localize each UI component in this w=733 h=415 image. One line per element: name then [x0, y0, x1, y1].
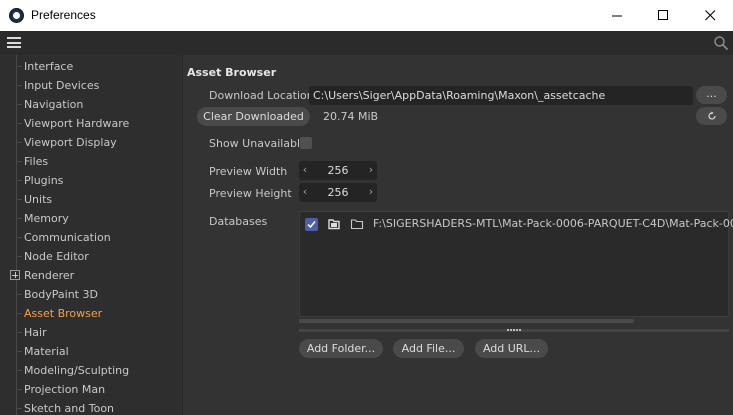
- sidebar-item-modeling-sculpting[interactable]: Modeling/Sculpting: [24, 361, 129, 380]
- preview-height-value[interactable]: 256: [311, 183, 365, 202]
- add-file-button[interactable]: Add File...: [393, 339, 464, 358]
- sidebar-item-projection-man[interactable]: Projection Man: [24, 380, 105, 399]
- chevron-left-icon[interactable]: ‹: [300, 183, 310, 202]
- preview-width-value[interactable]: 256: [311, 161, 365, 180]
- cache-size-value: 20.74 MiB: [323, 110, 379, 123]
- folder-outline-icon[interactable]: [350, 217, 364, 231]
- title-bar: Preferences: [0, 0, 733, 31]
- sidebar-item-viewport-hardware[interactable]: Viewport Hardware: [24, 114, 129, 133]
- tree-connector: [16, 161, 22, 162]
- chevron-right-icon[interactable]: ›: [366, 183, 376, 202]
- window-title: Preferences: [31, 8, 96, 22]
- maximize-icon: [657, 10, 668, 20]
- sidebar-item-interface[interactable]: Interface: [24, 57, 73, 76]
- databases-list[interactable]: F:\SIGERSHADERS-MTL\Mat-Pack-0006-PARQUE…: [299, 211, 733, 317]
- refresh-button[interactable]: [696, 107, 727, 125]
- sidebar-item-bodypaint-3d[interactable]: BodyPaint 3D: [24, 285, 98, 304]
- close-icon: [704, 10, 715, 21]
- sidebar-item-viewport-display[interactable]: Viewport Display: [24, 133, 117, 152]
- database-path: F:\SIGERSHADERS-MTL\Mat-Pack-0006-PARQUE…: [373, 217, 733, 230]
- preferences-sidebar: Interface Input Devices Navigation Viewport…: [0, 55, 183, 415]
- clear-downloaded-button[interactable]: Clear Downloaded: [197, 107, 310, 126]
- preview-width-stepper[interactable]: ‹ 256 ›: [299, 161, 377, 180]
- tree-connector: [16, 332, 22, 333]
- tree-connector: [16, 294, 22, 295]
- sidebar-item-sketch-and-toon[interactable]: Sketch and Toon: [24, 399, 114, 415]
- hamburger-menu-icon[interactable]: [7, 37, 21, 48]
- chevron-left-icon[interactable]: ‹: [300, 161, 310, 180]
- sidebar-item-node-editor[interactable]: Node Editor: [24, 247, 89, 266]
- refresh-icon: [707, 111, 716, 120]
- tree-connector: [16, 351, 22, 352]
- asset-browser-panel: Asset Browser Download Location C:\Users…: [184, 55, 733, 415]
- list-item[interactable]: F:\SIGERSHADERS-MTL\Mat-Pack-0006-PARQUE…: [300, 213, 733, 235]
- tree-connector: [16, 199, 22, 200]
- maximize-button[interactable]: [640, 0, 686, 31]
- checkmark-icon: [307, 221, 316, 229]
- tree-connector: [16, 408, 22, 409]
- section-title: Asset Browser: [187, 66, 277, 79]
- cinema4d-logo-icon: [9, 8, 24, 23]
- chevron-right-icon[interactable]: ›: [366, 161, 376, 180]
- search-icon[interactable]: [713, 35, 729, 51]
- tree-connector: [16, 142, 22, 143]
- tree-connector: [16, 389, 22, 390]
- tree-connector: [16, 85, 22, 86]
- toolbar: [0, 31, 733, 55]
- show-unavailable-checkbox[interactable]: [300, 137, 312, 149]
- close-button[interactable]: [687, 0, 733, 31]
- download-location-label: Download Location: [209, 89, 314, 102]
- minimize-icon: [611, 15, 622, 17]
- sidebar-item-memory[interactable]: Memory: [24, 209, 69, 228]
- tree-guide-line: [16, 55, 17, 415]
- databases-label: Databases: [209, 215, 268, 228]
- add-url-button[interactable]: Add URL...: [475, 339, 548, 358]
- tree-connector: [16, 237, 22, 238]
- grip-handle-icon[interactable]: [507, 328, 521, 332]
- tree-connector: [16, 123, 22, 124]
- minimize-button[interactable]: [594, 0, 640, 31]
- sidebar-item-communication[interactable]: Communication: [24, 228, 111, 247]
- horizontal-scrollbar[interactable]: [299, 319, 634, 323]
- sidebar-item-hair[interactable]: Hair: [24, 323, 47, 342]
- expand-plus-icon[interactable]: [10, 270, 20, 280]
- tree-connector: [16, 313, 22, 314]
- show-unavailable-label: Show Unavailable: [209, 137, 307, 150]
- add-folder-button[interactable]: Add Folder...: [299, 339, 383, 358]
- tree-connector: [16, 104, 22, 105]
- tree-connector: [16, 180, 22, 181]
- sidebar-item-navigation[interactable]: Navigation: [24, 95, 83, 114]
- sidebar-item-units[interactable]: Units: [24, 190, 52, 209]
- sidebar-item-renderer[interactable]: Renderer: [24, 266, 74, 285]
- preview-height-stepper[interactable]: ‹ 256 ›: [299, 183, 377, 202]
- sidebar-item-plugins[interactable]: Plugins: [24, 171, 63, 190]
- preview-height-label: Preview Height: [209, 187, 292, 200]
- preview-width-label: Preview Width: [209, 165, 288, 178]
- sidebar-item-asset-browser[interactable]: Asset Browser: [24, 304, 102, 323]
- folder-icon[interactable]: [327, 217, 341, 231]
- tree-connector: [16, 370, 22, 371]
- browse-button[interactable]: ...: [696, 86, 727, 104]
- sidebar-item-input-devices[interactable]: Input Devices: [24, 76, 99, 95]
- download-location-field[interactable]: C:\Users\Siger\AppData\Roaming\Maxon\_as…: [309, 86, 693, 105]
- tree-connector: [16, 218, 22, 219]
- tree-connector: [16, 256, 22, 257]
- database-enabled-checkbox[interactable]: [305, 218, 318, 231]
- sidebar-item-files[interactable]: Files: [24, 152, 48, 171]
- sidebar-item-material[interactable]: Material: [24, 342, 69, 361]
- tree-connector: [16, 66, 22, 67]
